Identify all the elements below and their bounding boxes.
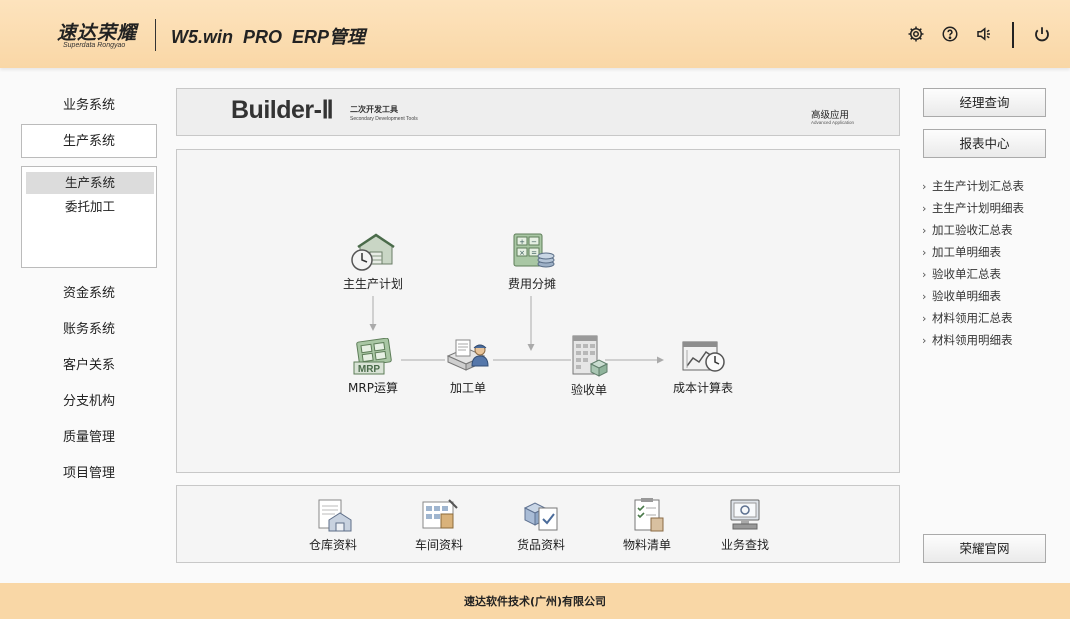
workshop-doc-icon	[422, 499, 458, 529]
node-receipt[interactable]: 验收单	[567, 334, 611, 398]
node-cost-table[interactable]: 成本计算表	[667, 338, 739, 396]
warehouse-clock-icon	[351, 233, 395, 271]
report-link[interactable]: › 材料领用汇总表	[922, 307, 1062, 329]
svg-text:MRP: MRP	[358, 364, 381, 375]
calculator-coins-icon: + − × =	[513, 233, 555, 268]
footer-company-name: 速达软件技术(广州)有限公司	[463, 595, 607, 608]
basic-data-toolbar: 仓库资料 车间资料 货品资料 物料清单 业务查找	[176, 485, 900, 563]
report-link[interactable]: › 主生产计划汇总表	[922, 175, 1062, 197]
chevron-right-icon: ›	[922, 312, 927, 325]
report-link[interactable]: › 加工验收汇总表	[922, 219, 1062, 241]
tool-workshop-data-label: 车间资料	[414, 538, 463, 552]
tool-warehouse-data[interactable]: 仓库资料	[305, 498, 361, 553]
report-link[interactable]: › 验收单明细表	[922, 285, 1062, 307]
nav-customer-relations[interactable]: 客户关系	[21, 349, 157, 383]
chevron-right-icon: ›	[922, 268, 927, 281]
node-work-order[interactable]: 加工单	[443, 336, 493, 396]
advanced-app-sublabel: Advanced Application	[811, 120, 855, 125]
node-mrp-calc[interactable]: MRP MRP运算	[343, 338, 403, 396]
tool-business-search[interactable]: 业务查找	[717, 498, 773, 553]
chevron-right-icon: ›	[922, 180, 927, 193]
nav-funds-system[interactable]: 资金系统	[21, 277, 157, 311]
node-work-order-label: 加工单	[449, 381, 486, 395]
logo-subtext: Superdata Rongyao	[63, 42, 126, 49]
official-site-button[interactable]: 荣耀官网	[923, 534, 1046, 563]
report-link[interactable]: › 加工单明细表	[922, 241, 1062, 263]
tool-goods-data-label: 货品资料	[516, 538, 565, 552]
power-icon[interactable]	[1032, 24, 1052, 44]
builder-subtitle-cn: 二次开发工具	[350, 105, 398, 114]
report-link[interactable]: › 主生产计划明细表	[922, 197, 1062, 219]
logo-text: 速达荣耀	[57, 22, 138, 44]
builder-title: Builder-Ⅱ	[231, 96, 334, 124]
node-cost-allocation-label: 费用分摊	[507, 277, 556, 291]
goods-check-icon	[523, 502, 558, 531]
production-flow-panel: 主生产计划 + − × = 费用分摊 MRP MRP运算 加工单 验收单 成本计…	[176, 149, 900, 473]
report-center-button[interactable]: 报表中心	[923, 129, 1046, 158]
svg-text:×: ×	[519, 249, 525, 257]
tool-warehouse-data-label: 仓库资料	[308, 538, 357, 552]
chart-clock-icon	[682, 341, 725, 372]
chevron-right-icon: ›	[922, 202, 927, 215]
chevron-right-icon: ›	[922, 246, 927, 259]
flow-connectors	[369, 296, 664, 364]
nav-accounting-system[interactable]: 账务系统	[21, 313, 157, 347]
worker-document-icon	[446, 339, 489, 371]
chevron-right-icon: ›	[922, 224, 927, 237]
report-link[interactable]: › 材料领用明细表	[922, 329, 1062, 351]
app-title: W5.win PRO ERP管理	[171, 27, 366, 47]
node-master-plan[interactable]: 主生产计划	[337, 230, 409, 292]
header-divider	[155, 19, 156, 51]
report-link[interactable]: › 验收单汇总表	[922, 263, 1062, 285]
chevron-right-icon: ›	[922, 334, 927, 347]
monitor-search-icon	[730, 499, 760, 530]
tool-bom-label: 物料清单	[622, 538, 671, 552]
builder-subtitle-en: Secondary Development Tools	[350, 116, 418, 122]
svg-text:=: =	[531, 249, 537, 257]
node-receipt-label: 验收单	[570, 383, 607, 397]
subnav-production-system[interactable]: 生产系统	[26, 172, 154, 194]
nav-branches[interactable]: 分支机构	[21, 385, 157, 419]
help-icon[interactable]	[940, 24, 960, 44]
building-box-icon	[572, 335, 609, 377]
report-links-list: › 主生产计划汇总表 › 主生产计划明细表 › 加工验收汇总表 › 加工单明细表 › 验收…	[922, 175, 1062, 351]
nav-business-system[interactable]: 业务系统	[21, 89, 157, 123]
node-master-plan-label: 主生产计划	[342, 277, 403, 291]
tool-bom[interactable]: 物料清单	[619, 498, 675, 553]
manager-query-button[interactable]: 经理查询	[923, 88, 1046, 117]
node-cost-table-label: 成本计算表	[672, 381, 733, 395]
nav-production-system[interactable]: 生产系统	[21, 124, 157, 158]
builder-banner[interactable]: Builder-Ⅱ 二次开发工具 Secondary Development T…	[176, 88, 900, 136]
advanced-app-label: 高级应用	[811, 110, 850, 121]
production-subnav: 生产系统 委托加工	[21, 166, 157, 268]
tool-business-search-label: 业务查找	[720, 538, 769, 552]
svg-text:−: −	[531, 238, 537, 246]
header-bar: 速达荣耀 Superdata Rongyao W5.win PRO ERP管理	[0, 0, 1070, 68]
tool-workshop-data[interactable]: 车间资料	[411, 498, 467, 553]
speaker-icon[interactable]	[974, 24, 994, 44]
header-separator	[1012, 22, 1014, 48]
nav-quality-management[interactable]: 质量管理	[21, 421, 157, 455]
mrp-calculator-icon: MRP	[353, 338, 392, 375]
node-mrp-calc-label: MRP运算	[348, 381, 398, 395]
svg-text:+: +	[519, 238, 525, 246]
gear-icon[interactable]	[906, 24, 926, 44]
footer-bar: 速达软件技术(广州)有限公司	[0, 583, 1070, 619]
node-cost-allocation[interactable]: + − × = 费用分摊	[499, 230, 565, 292]
checklist-icon	[634, 498, 664, 532]
chevron-right-icon: ›	[922, 290, 927, 303]
nav-project-management[interactable]: 项目管理	[21, 457, 157, 491]
warehouse-doc-icon	[318, 499, 352, 532]
subnav-outsourcing[interactable]: 委托加工	[26, 196, 154, 218]
tool-goods-data[interactable]: 货品资料	[513, 498, 569, 553]
